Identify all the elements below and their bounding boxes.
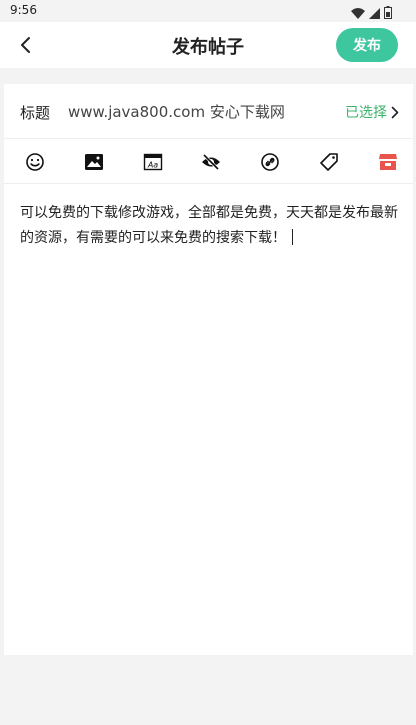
store-button[interactable] — [377, 151, 399, 173]
category-select-link[interactable]: 已选择 — [345, 102, 399, 122]
divider — [0, 68, 416, 84]
status-icons — [351, 4, 392, 23]
link-button[interactable] — [259, 151, 281, 173]
title-row: 标题 已选择 — [4, 84, 413, 139]
emoji-icon — [26, 153, 44, 171]
eye-off-icon — [202, 154, 220, 170]
font-icon: Aa — [143, 153, 163, 171]
wifi-icon — [351, 4, 365, 23]
post-form: 标题 已选择 — [4, 84, 413, 655]
battery-icon — [384, 4, 392, 23]
svg-text:Aa: Aa — [147, 161, 158, 170]
bottom-area — [0, 655, 416, 725]
text-caret — [292, 229, 293, 245]
title-input[interactable] — [68, 98, 328, 124]
post-content-text: 可以免费的下载修改游戏，全部都是免费，天天都是发布最新的资源，有需要的可以来免费… — [20, 205, 398, 246]
signal-icon — [369, 4, 380, 23]
font-button[interactable]: Aa — [142, 151, 164, 173]
emoji-button[interactable] — [24, 151, 46, 173]
title-label: 标题 — [20, 104, 51, 122]
store-icon — [379, 154, 397, 170]
category-select-label: 已选择 — [345, 105, 387, 121]
image-button[interactable] — [83, 151, 105, 173]
post-content-editor[interactable]: 可以免费的下载修改游戏，全部都是免费，天天都是发布最新的资源，有需要的可以来免费… — [20, 201, 400, 251]
chevron-right-icon — [391, 106, 399, 118]
screen: 9:56 发布帖子 发布 标题 已选择 — [0, 0, 416, 725]
hidden-content-button[interactable] — [200, 151, 222, 173]
publish-button[interactable]: 发布 — [336, 28, 398, 62]
app-header: 发布帖子 发布 — [0, 22, 416, 68]
tag-icon — [320, 153, 338, 171]
image-icon — [85, 154, 103, 170]
tag-button[interactable] — [318, 151, 340, 173]
link-icon — [261, 153, 279, 171]
status-bar: 9:56 — [0, 0, 416, 22]
editor-toolbar: Aa — [4, 139, 413, 184]
status-time: 9:56 — [10, 3, 37, 17]
